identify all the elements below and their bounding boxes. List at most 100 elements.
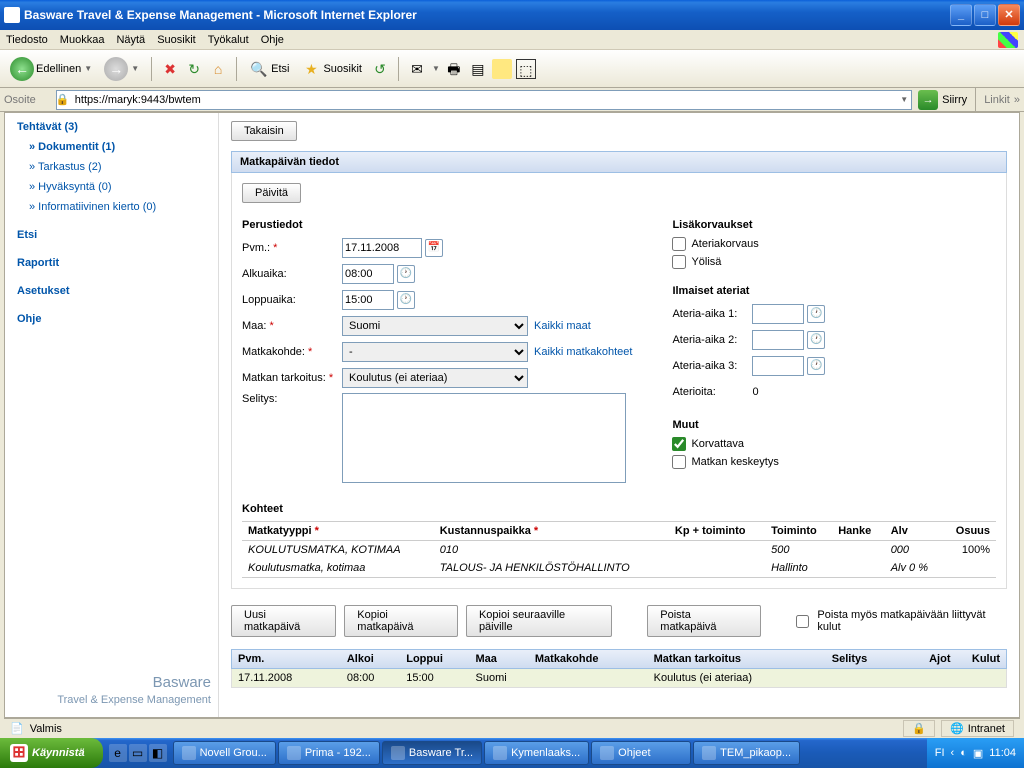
sidebar-tarkastus[interactable]: » Tarkastus (2) bbox=[5, 157, 218, 177]
tark-select[interactable]: Koulutus (ei ateriaa) bbox=[342, 368, 528, 388]
forward-button[interactable]: →▼ bbox=[100, 55, 143, 83]
a2-field[interactable] bbox=[752, 330, 804, 350]
address-bar: Osoite 🔒 ▼ → Siirry Linkit » bbox=[0, 88, 1024, 112]
yolisa-checkbox[interactable] bbox=[672, 255, 686, 269]
app-icon bbox=[600, 746, 614, 760]
alku-field[interactable] bbox=[342, 264, 394, 284]
sidebar-etsi[interactable]: Etsi bbox=[5, 225, 218, 245]
yolisa-label: Yölisä bbox=[691, 256, 721, 268]
task-tem[interactable]: TEM_pikaop... bbox=[693, 741, 800, 765]
poista-button[interactable]: Poista matkapäivä bbox=[647, 605, 761, 637]
stop-icon[interactable]: ✖ bbox=[160, 59, 180, 79]
sidebar-dokumentit[interactable]: » Dokumentit (1) bbox=[5, 137, 218, 157]
tool-icon[interactable]: ⬚ bbox=[516, 59, 536, 79]
kohde-select[interactable]: - bbox=[342, 342, 528, 362]
tray-icon[interactable]: ◐ bbox=[960, 747, 967, 759]
task-prima[interactable]: Prima - 192... bbox=[278, 741, 380, 765]
close-button[interactable]: ✕ bbox=[998, 4, 1020, 26]
selitys-field[interactable] bbox=[342, 393, 626, 483]
task-kymen[interactable]: Kymenlaaks... bbox=[484, 741, 589, 765]
clock-icon[interactable]: 🕐 bbox=[807, 331, 825, 349]
app-icon bbox=[391, 746, 405, 760]
a3-field[interactable] bbox=[752, 356, 804, 376]
back-btn[interactable]: Takaisin bbox=[231, 121, 297, 141]
th-osuus: Osuus bbox=[942, 522, 996, 541]
clock-icon[interactable]: 🕐 bbox=[807, 305, 825, 323]
menu-muokkaa[interactable]: Muokkaa bbox=[60, 34, 105, 46]
update-button[interactable]: Päivitä bbox=[242, 183, 301, 203]
start-button[interactable]: Käynnistä bbox=[0, 738, 103, 768]
refresh-icon[interactable]: ↻ bbox=[184, 59, 204, 79]
window-titlebar: Basware Travel & Expense Management - Mi… bbox=[0, 0, 1024, 30]
lock-icon: 🔒 bbox=[56, 93, 68, 106]
selitys-label: Selitys: bbox=[242, 393, 342, 405]
app-icon bbox=[182, 746, 196, 760]
korv-checkbox[interactable] bbox=[672, 437, 686, 451]
address-dropdown-icon[interactable]: ▼ bbox=[900, 95, 908, 104]
task-novell[interactable]: Novell Grou... bbox=[173, 741, 276, 765]
sidebar-asetukset[interactable]: Asetukset bbox=[5, 281, 218, 301]
table-row[interactable]: Koulutusmatka, kotimaa TALOUS- JA HENKIL… bbox=[242, 559, 996, 578]
kesk-checkbox[interactable] bbox=[672, 455, 686, 469]
ql-app-icon[interactable]: ◧ bbox=[149, 744, 167, 762]
loppu-field[interactable] bbox=[342, 290, 394, 310]
task-basware[interactable]: Basware Tr... bbox=[382, 741, 482, 765]
sidebar-hyvaksynta[interactable]: » Hyväksyntä (0) bbox=[5, 177, 218, 197]
links-label[interactable]: Linkit bbox=[984, 94, 1010, 106]
home-icon[interactable]: ⌂ bbox=[208, 59, 228, 79]
clock-icon[interactable]: 🕐 bbox=[807, 357, 825, 375]
app-icon bbox=[287, 746, 301, 760]
clock-icon[interactable]: 🕐 bbox=[397, 265, 415, 283]
menu-tiedosto[interactable]: Tiedosto bbox=[6, 34, 48, 46]
tray-icon[interactable]: ▣ bbox=[973, 747, 983, 760]
search-button[interactable]: 🔍Etsi bbox=[245, 57, 293, 81]
go-button[interactable]: → bbox=[918, 90, 938, 110]
sidebar-ohje[interactable]: Ohje bbox=[5, 309, 218, 329]
back-button[interactable]: ←Edellinen▼ bbox=[6, 55, 96, 83]
pvm-field[interactable] bbox=[342, 238, 422, 258]
kopioi-seur-button[interactable]: Kopioi seuraaville päiville bbox=[466, 605, 612, 637]
kohde-link[interactable]: Kaikki matkakohteet bbox=[534, 346, 632, 358]
note-icon[interactable] bbox=[492, 59, 512, 79]
ql-desktop-icon[interactable]: ▭ bbox=[129, 744, 147, 762]
favorites-button[interactable]: ★Suosikit bbox=[297, 57, 366, 81]
search-icon: 🔍 bbox=[249, 59, 269, 79]
print-icon[interactable]: 🖶 bbox=[444, 59, 464, 79]
uusi-button[interactable]: Uusi matkapäivä bbox=[231, 605, 336, 637]
menu-ohje[interactable]: Ohje bbox=[261, 34, 284, 46]
back-icon: ← bbox=[10, 57, 34, 81]
poista-chk[interactable] bbox=[796, 615, 809, 628]
kopioi-button[interactable]: Kopioi matkapäivä bbox=[344, 605, 458, 637]
edit-icon[interactable]: ▤ bbox=[468, 59, 488, 79]
a1-field[interactable] bbox=[752, 304, 804, 324]
lang-indicator[interactable]: FI bbox=[935, 747, 945, 759]
brand-logo: Basware Travel & Expense Management bbox=[11, 673, 211, 707]
th-kptoiminto: Kp + toiminto bbox=[669, 522, 765, 541]
mail-icon[interactable]: ✉ bbox=[407, 59, 427, 79]
menu-suosikit[interactable]: Suosikit bbox=[157, 34, 196, 46]
history-icon[interactable]: ↺ bbox=[370, 59, 390, 79]
ql-ie-icon[interactable]: e bbox=[109, 744, 127, 762]
maximize-button[interactable]: □ bbox=[974, 4, 996, 26]
korv-label: Korvattava bbox=[691, 438, 744, 450]
sidebar-informatiivinen[interactable]: » Informatiivinen kierto (0) bbox=[5, 197, 218, 217]
sidebar-raportit[interactable]: Raportit bbox=[5, 253, 218, 273]
action-row: Uusi matkapäivä Kopioi matkapäivä Kopioi… bbox=[231, 605, 1007, 637]
address-input[interactable] bbox=[56, 90, 912, 110]
table-row[interactable]: KOULUTUSMATKA, KOTIMAA 010 500 000 100% bbox=[242, 541, 996, 560]
menu-tyokalut[interactable]: Työkalut bbox=[208, 34, 249, 46]
task-ohjeet[interactable]: Ohjeet bbox=[591, 741, 691, 765]
clock[interactable]: 11:04 bbox=[989, 747, 1016, 759]
sidebar-tehtavat[interactable]: Tehtävät (3) bbox=[5, 117, 218, 137]
tray-arrow-icon[interactable]: ‹ bbox=[951, 747, 955, 759]
maa-link[interactable]: Kaikki maat bbox=[534, 320, 591, 332]
menu-nayta[interactable]: Näytä bbox=[116, 34, 145, 46]
days-row[interactable]: 17.11.2008 08:00 15:00 Suomi Koulutus (e… bbox=[231, 669, 1007, 688]
calendar-icon[interactable]: 📅 bbox=[425, 239, 443, 257]
a2-label: Ateria-aika 2: bbox=[672, 334, 752, 346]
ateria-checkbox[interactable] bbox=[672, 237, 686, 251]
minimize-button[interactable]: _ bbox=[950, 4, 972, 26]
clock-icon[interactable]: 🕐 bbox=[397, 291, 415, 309]
basic-section: Perustiedot Pvm.:📅 Alkuaika:🕐 Loppuaika:… bbox=[242, 215, 632, 487]
maa-select[interactable]: Suomi bbox=[342, 316, 528, 336]
